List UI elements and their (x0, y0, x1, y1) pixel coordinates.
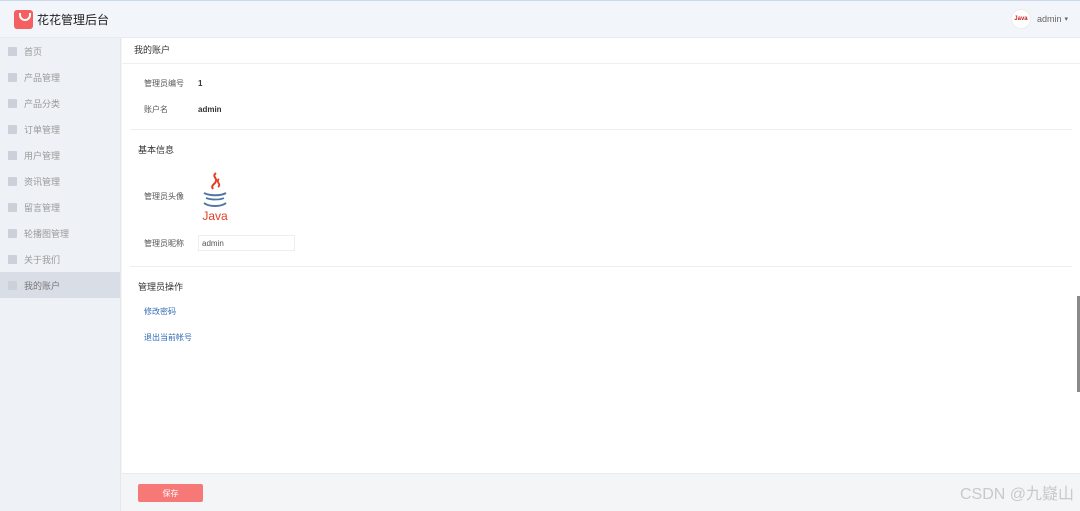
account-name-value: admin (198, 105, 222, 114)
main-content: 我的账户 管理员编号 1 账户名 admin 基本信息 管理员头像 Java 管… (122, 38, 1080, 473)
sidebar-item-carousel[interactable]: 轮播图管理 (0, 220, 120, 246)
watermark: CSDN @九嶷山 (959, 486, 1074, 503)
account-name-label: 账户名 (144, 105, 168, 114)
gear-icon (8, 280, 17, 290)
gear-icon (8, 228, 17, 238)
sidebar-item-users[interactable]: 用户管理 (0, 142, 120, 168)
sidebar-item-orders[interactable]: 订单管理 (0, 116, 120, 142)
sidebar-item-label: 轮播图管理 (24, 228, 70, 239)
java-logo-icon: Java (198, 169, 232, 223)
footer-bar: 保存 (122, 473, 1080, 511)
nickname-row: 管理员昵称 (144, 235, 295, 251)
sidebar-item-news[interactable]: 资讯管理 (0, 168, 120, 194)
sidebar-item-label: 产品管理 (24, 72, 61, 83)
chevron-down-icon[interactable]: ▾ (1064, 15, 1068, 23)
divider (130, 266, 1072, 267)
sidebar-item-categories[interactable]: 产品分类 (0, 90, 120, 116)
shopping-bag-icon (14, 10, 33, 29)
page-title: 我的账户 (122, 38, 1080, 64)
svg-text:Java: Java (202, 209, 228, 223)
sidebar: 首页 产品管理 产品分类 订单管理 用户管理 资讯管理 留言管理 轮播图管理 关… (0, 38, 121, 511)
top-bar: 花花管理后台 Java admin ▾ (0, 0, 1080, 38)
clipboard-icon (8, 124, 17, 134)
avatar-label: 管理员头像 (144, 191, 184, 201)
home-icon (8, 46, 17, 56)
sidebar-item-label: 产品分类 (24, 98, 61, 109)
image-icon (8, 72, 17, 82)
grid-icon (8, 254, 17, 264)
sidebar-item-label: 我的账户 (24, 280, 61, 291)
nickname-input[interactable] (198, 235, 295, 251)
divider (130, 129, 1072, 130)
admin-operations-title: 管理员操作 (138, 282, 184, 292)
change-password-link[interactable]: 修改密码 (144, 306, 176, 317)
logout-link[interactable]: 退出当前帐号 (144, 332, 192, 343)
sidebar-item-label: 用户管理 (24, 150, 61, 161)
grid-icon (8, 98, 17, 108)
sidebar-item-label: 订单管理 (24, 124, 61, 135)
sidebar-item-my-account[interactable]: 我的账户 (0, 272, 120, 298)
grid-icon (8, 202, 17, 212)
sidebar-item-label: 首页 (24, 46, 43, 57)
nickname-label: 管理员昵称 (144, 238, 184, 248)
user-avatar[interactable]: Java (1010, 9, 1031, 29)
sidebar-item-label: 资讯管理 (24, 176, 61, 187)
app-title: 花花管理后台 (37, 13, 110, 27)
admin-id-value: 1 (198, 79, 203, 88)
username[interactable]: admin (1037, 14, 1062, 24)
sidebar-item-home[interactable]: 首页 (0, 38, 120, 64)
user-menu[interactable]: Java admin ▾ (1010, 9, 1068, 29)
basic-info-title: 基本信息 (138, 145, 175, 155)
sidebar-item-label: 留言管理 (24, 202, 61, 213)
admin-id-row: 管理员编号 1 (144, 78, 202, 89)
sidebar-item-products[interactable]: 产品管理 (0, 64, 120, 90)
admin-id-label: 管理员编号 (144, 79, 184, 88)
brand: 花花管理后台 (14, 10, 109, 29)
sidebar-item-messages[interactable]: 留言管理 (0, 194, 120, 220)
avatar-row: 管理员头像 Java (144, 169, 232, 223)
user-icon (8, 150, 17, 160)
sidebar-item-label: 关于我们 (24, 254, 61, 265)
sidebar-item-about[interactable]: 关于我们 (0, 246, 120, 272)
account-name-row: 账户名 admin (144, 104, 222, 115)
grid-icon (8, 176, 17, 186)
save-button[interactable]: 保存 (138, 484, 203, 502)
